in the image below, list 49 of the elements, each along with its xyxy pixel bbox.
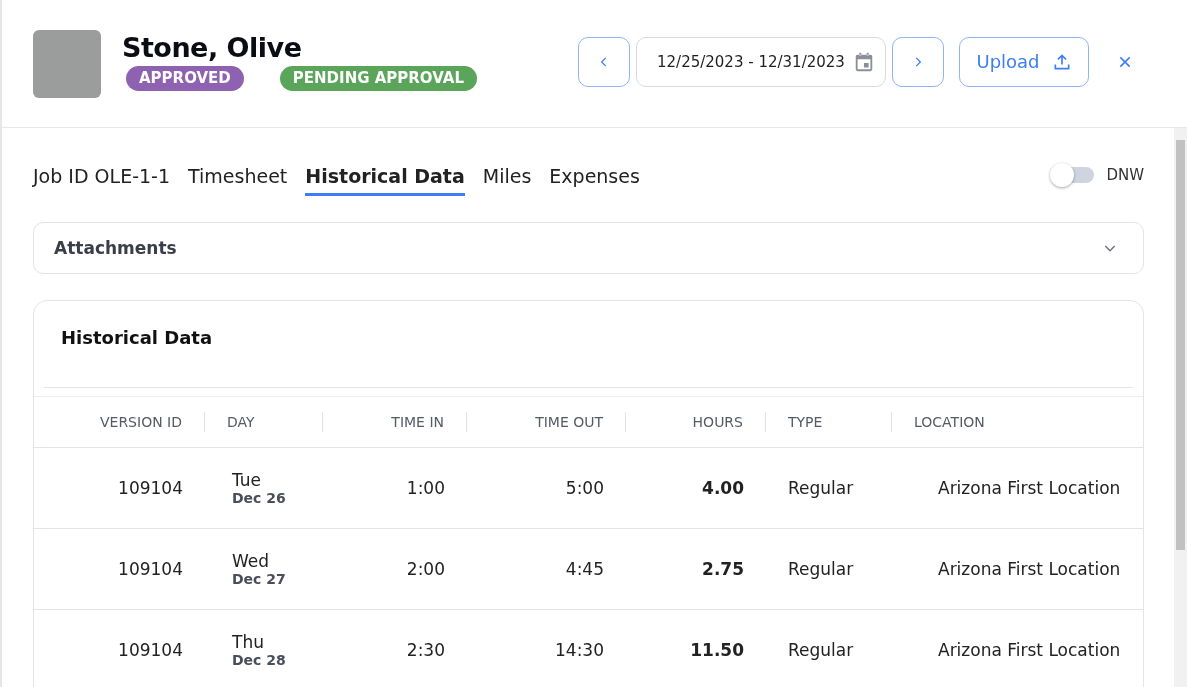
column-header[interactable]: VERSION ID [99,414,182,430]
column-header[interactable]: TIME IN [391,414,444,430]
photo-placeholder [33,29,101,98]
column-header[interactable]: TIME OUT [535,414,603,430]
tab[interactable]: Expenses [549,158,640,196]
table-cell: 5:00 [565,478,604,498]
date-range-field[interactable]: 12/25/2023 - 12/31/2023 [636,36,886,87]
tab[interactable]: Timesheet [188,158,288,196]
upload-button[interactable]: Upload [959,36,1089,87]
table-cell-text: Wed [232,551,271,571]
scrollbar[interactable] [1174,128,1187,687]
tab[interactable]: Miles [482,158,532,196]
table-cell: 2:30 [406,640,445,660]
table-cell-text: Thu [232,632,265,652]
table-cell: 2.75 [702,559,744,579]
status-badge: APPROVED [126,66,244,91]
card-title: Historical Data [44,301,1133,388]
column-header[interactable]: HOURS [692,414,743,430]
table-cell: Arizona First Location [938,478,1121,498]
table-cell: 4.00 [702,478,744,498]
panel-title: Attachments [54,238,177,258]
attachments-panel[interactable]: Attachments [33,222,1144,274]
tab[interactable]: Job ID OLE-1-1 [33,158,171,196]
table-cell: Arizona First Location [938,640,1121,660]
table-cell: 109104 [118,640,183,660]
table-cell: 14:30 [555,640,604,660]
previous-week-button[interactable] [578,36,630,87]
tab[interactable]: Historical Data [305,158,465,196]
table-cell: Arizona First Location [938,559,1121,579]
table-cell-text: Tue [232,470,263,490]
table-cell-text: Dec 27 [232,571,287,587]
table-cell: Regular [788,478,854,498]
table-cell: 1:00 [406,478,445,498]
column-header[interactable]: DAY [227,414,255,430]
toggle-label: DNW [1106,166,1144,184]
table-cell-text: Dec 26 [232,490,287,506]
table-cell: Regular [788,559,854,579]
table-cell: Regular [788,640,854,660]
status-badge: PENDING APPROVAL [279,66,477,91]
next-week-button[interactable] [892,36,944,87]
column-header[interactable]: LOCATION [914,414,985,430]
table-cell: 109104 [118,478,183,498]
employee-name: Stone, Olive [122,32,303,63]
column-header[interactable]: TYPE [788,414,823,430]
table-cell-text: Dec 28 [232,652,287,668]
table-cell: 11.50 [690,640,744,660]
table-cell: 4:45 [565,559,604,579]
table-cell: 109104 [118,559,183,579]
table-cell: 2:00 [406,559,445,579]
